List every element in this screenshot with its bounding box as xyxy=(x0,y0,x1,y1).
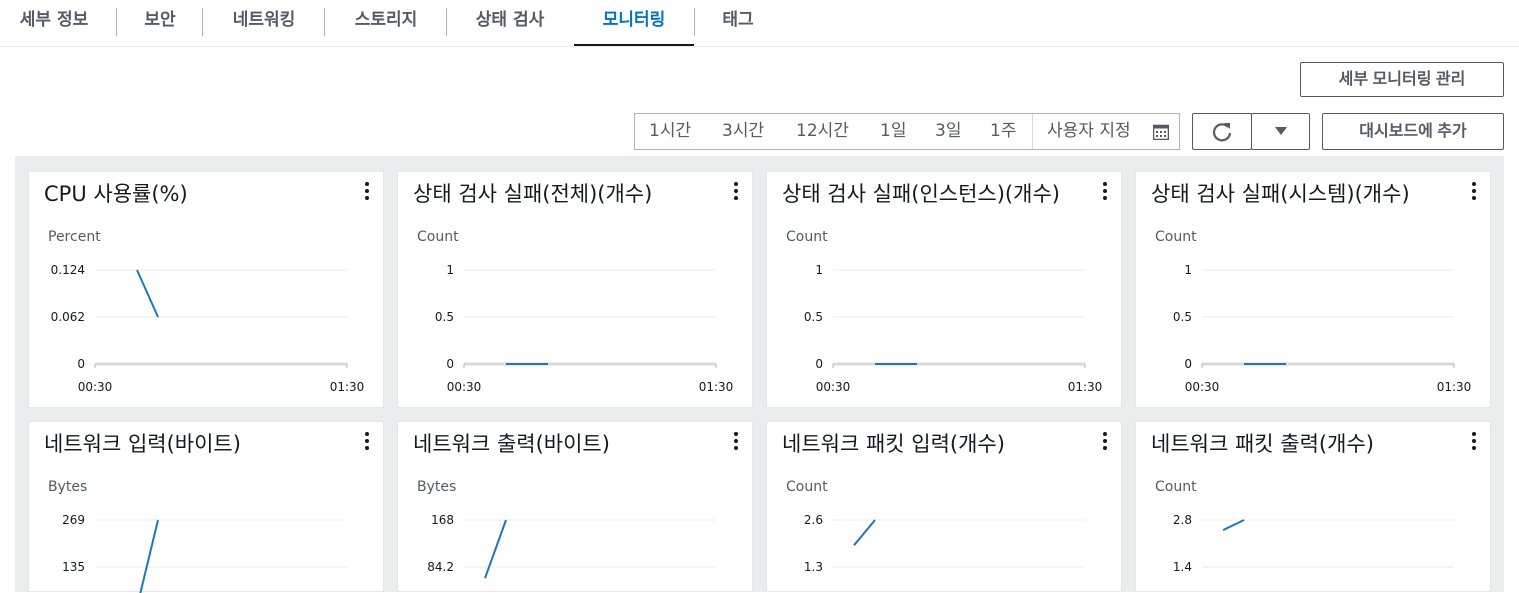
y-tick-label: 0 xyxy=(815,357,823,371)
caret-down-icon xyxy=(1274,127,1287,135)
range-12h[interactable]: 12시간 xyxy=(796,114,849,149)
time-range-selector: 1시간 3시간 12시간 1일 3일 1주 사용자 지정 xyxy=(634,113,1180,150)
tab-status-checks[interactable]: 상태 검사 xyxy=(460,0,560,46)
tab-tags[interactable]: 태그 xyxy=(708,0,768,46)
refresh-button[interactable] xyxy=(1192,113,1252,150)
series-line xyxy=(139,519,159,593)
metric-card: 상태 검사 실패(인스턴스)(개수) Count 1 0.5 0 00:30 01:30 xyxy=(766,171,1122,408)
y-tick-label: 2.6 xyxy=(804,513,823,527)
chart-plot: 1 0.5 0 00:30 01:30 xyxy=(435,263,734,394)
x-tick-label: 01:30 xyxy=(1437,380,1472,394)
y-tick-label: 2.8 xyxy=(1173,513,1192,527)
metric-card: 상태 검사 실패(전체)(개수) Count 1 0.5 0 00:30 01:30 xyxy=(397,171,753,408)
chart-plot: 0.124 0.062 0 00:30 01:30 xyxy=(51,263,365,394)
tab-storage[interactable]: 스토리지 xyxy=(338,0,434,46)
metric-card: 상태 검사 실패(시스템)(개수) Count 1 0.5 0 00:30 01:30 xyxy=(1135,171,1491,408)
chart-plot: 2.8 1.4 xyxy=(1173,513,1454,574)
chart-plot: 1 0.5 0 00:30 01:30 xyxy=(804,263,1103,394)
y-tick-label: 1 xyxy=(1184,263,1192,277)
refresh-icon xyxy=(1212,122,1232,141)
y-tick-label: 0.5 xyxy=(1173,310,1192,324)
tab-divider xyxy=(694,8,695,36)
y-tick-label: 84.2 xyxy=(427,560,454,574)
y-tick-label: 168 xyxy=(431,513,454,527)
metric-card: CPU 사용률(%) Percent 0.124 0.062 0 00:30 01:30 xyxy=(28,171,384,408)
metric-card: 네트워크 입력(바이트) Bytes 269 135 xyxy=(28,421,384,593)
y-tick-label: 0 xyxy=(446,357,454,371)
range-1d[interactable]: 1일 xyxy=(880,114,906,149)
y-tick-label: 269 xyxy=(62,513,85,527)
y-tick-label: 0.5 xyxy=(435,310,454,324)
tab-divider xyxy=(324,8,325,36)
metric-card: 네트워크 출력(바이트) Bytes 168 84.2 xyxy=(397,421,753,592)
metric-card: 네트워크 패킷 출력(개수) Count 2.8 1.4 xyxy=(1135,421,1491,592)
y-tick-label: 0 xyxy=(77,357,85,371)
range-1h[interactable]: 1시간 xyxy=(649,114,691,149)
chart-plot: 2.6 1.3 xyxy=(804,513,1085,574)
tab-bar: 세부 정보 보안 네트워킹 스토리지 상태 검사 모니터링 태그 xyxy=(0,0,1519,47)
add-to-dashboard-button[interactable]: 대시보드에 추가 xyxy=(1322,113,1504,150)
calendar-icon[interactable] xyxy=(1153,124,1169,140)
x-tick-label: 01:30 xyxy=(1068,380,1103,394)
y-tick-label: 0.5 xyxy=(804,310,823,324)
y-tick-label: 1.4 xyxy=(1173,560,1192,574)
x-tick-label: 01:30 xyxy=(699,380,734,394)
tab-divider xyxy=(202,8,203,36)
x-tick-label: 01:30 xyxy=(330,380,365,394)
series-line xyxy=(136,269,159,318)
chart-plot: 1 0.5 0 00:30 01:30 xyxy=(1173,263,1472,394)
range-1w[interactable]: 1주 xyxy=(990,114,1016,149)
chart-plot: 269 135 xyxy=(62,513,347,593)
y-tick-label: 0.124 xyxy=(51,263,85,277)
x-tick-label: 00:30 xyxy=(78,380,113,394)
x-tick-label: 00:30 xyxy=(816,380,851,394)
x-tick-label: 00:30 xyxy=(447,380,482,394)
tab-divider xyxy=(446,8,447,36)
tab-details[interactable]: 세부 정보 xyxy=(8,0,100,46)
y-tick-label: 1 xyxy=(446,263,454,277)
y-tick-label: 1 xyxy=(815,263,823,277)
series-line xyxy=(853,519,876,546)
tab-networking[interactable]: 네트워킹 xyxy=(216,0,312,46)
chart-plot: 168 84.2 xyxy=(427,513,716,579)
manage-detailed-monitoring-button[interactable]: 세부 모니터링 관리 xyxy=(1300,62,1504,97)
tab-monitoring[interactable]: 모니터링 xyxy=(574,0,694,46)
range-3h[interactable]: 3시간 xyxy=(722,114,764,149)
x-tick-label: 00:30 xyxy=(1185,380,1220,394)
refresh-options-dropdown[interactable] xyxy=(1251,113,1310,150)
tab-divider xyxy=(116,8,117,36)
metric-card: 네트워크 패킷 입력(개수) Count 2.6 1.3 xyxy=(766,421,1122,592)
y-tick-label: 0 xyxy=(1184,357,1192,371)
range-divider xyxy=(1032,114,1033,149)
y-tick-label: 135 xyxy=(62,560,85,574)
y-tick-label: 1.3 xyxy=(804,560,823,574)
tab-security[interactable]: 보안 xyxy=(130,0,190,46)
range-3d[interactable]: 3일 xyxy=(935,114,961,149)
series-line xyxy=(484,519,507,579)
series-line xyxy=(1222,519,1245,532)
y-tick-label: 0.062 xyxy=(51,310,85,324)
range-custom[interactable]: 사용자 지정 xyxy=(1047,114,1131,149)
